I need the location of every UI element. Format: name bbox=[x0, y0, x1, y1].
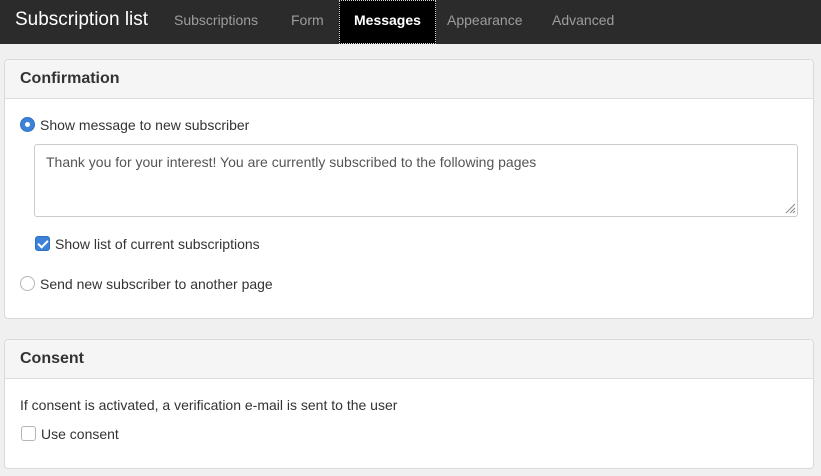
use-consent-label[interactable]: Use consent bbox=[41, 426, 119, 442]
resize-grip-icon[interactable] bbox=[785, 203, 796, 214]
tab-advanced[interactable]: Advanced bbox=[538, 0, 628, 44]
top-navbar: Subscription list Subscriptions Form Mes… bbox=[0, 0, 821, 44]
confirmation-heading: Confirmation bbox=[5, 60, 813, 99]
show-list-checkbox[interactable] bbox=[35, 236, 50, 251]
redirect-label[interactable]: Send new subscriber to another page bbox=[40, 276, 273, 292]
consent-panel: Consent If consent is activated, a verif… bbox=[4, 339, 814, 469]
use-consent-checkbox[interactable] bbox=[21, 426, 36, 441]
show-message-label[interactable]: Show message to new subscriber bbox=[40, 117, 249, 133]
tab-appearance[interactable]: Appearance bbox=[433, 0, 537, 44]
tab-messages[interactable]: Messages bbox=[339, 0, 436, 44]
tab-form[interactable]: Form bbox=[277, 0, 338, 44]
confirmation-panel: Confirmation Show message to new subscri… bbox=[4, 59, 814, 319]
consent-heading: Consent bbox=[5, 340, 813, 379]
consent-description: If consent is activated, a verification … bbox=[20, 397, 398, 413]
app-brand[interactable]: Subscription list bbox=[15, 9, 148, 31]
tab-subscriptions[interactable]: Subscriptions bbox=[160, 0, 272, 44]
confirmation-message-textarea[interactable]: Thank you for your interest! You are cur… bbox=[34, 144, 798, 217]
show-message-radio[interactable] bbox=[20, 117, 35, 132]
show-list-label[interactable]: Show list of current subscriptions bbox=[55, 236, 260, 252]
redirect-radio[interactable] bbox=[20, 276, 35, 291]
